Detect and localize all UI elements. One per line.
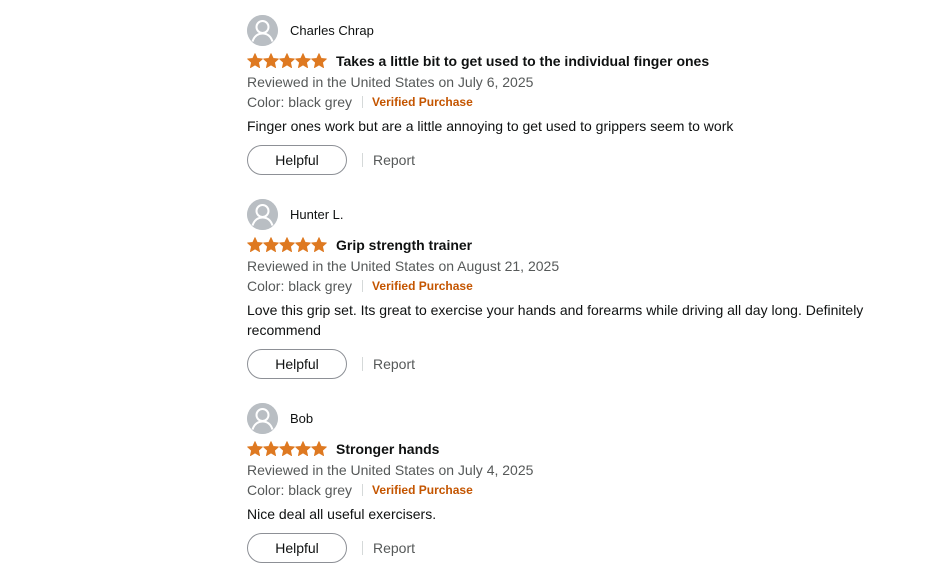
star-icon (311, 441, 327, 456)
review-date: Reviewed in the United States on August … (247, 258, 560, 274)
review-title[interactable]: Grip strength trainer (336, 237, 472, 253)
review-item: Charles Chrap Takes a little bit to get … (247, 14, 927, 175)
star-icon (247, 237, 263, 252)
review-date: Reviewed in the United States on July 6,… (247, 74, 534, 90)
review-body: Finger ones work but are a little annoyi… (247, 118, 734, 134)
report-link[interactable]: Report (373, 356, 415, 372)
reviewer-profile[interactable]: Hunter L. (247, 198, 927, 230)
star-icon (295, 237, 311, 252)
avatar-icon (247, 198, 278, 230)
verified-purchase-badge: Verified Purchase (372, 95, 473, 109)
review-title[interactable]: Stronger hands (336, 441, 439, 457)
review-format-row: Color: black grey Verified Purchase (247, 480, 927, 500)
reviewer-name[interactable]: Bob (290, 411, 313, 426)
divider (362, 153, 363, 167)
avatar-icon (247, 14, 278, 46)
star-rating[interactable] (247, 441, 327, 457)
review-color-variant[interactable]: Color: black grey (247, 92, 352, 112)
star-icon (279, 237, 295, 252)
review-body: Nice deal all useful exercisers. (247, 506, 437, 522)
review-format-row: Color: black grey Verified Purchase (247, 92, 927, 112)
review-body: Love this grip set. Its great to exercis… (247, 302, 864, 338)
divider (362, 96, 364, 108)
divider (362, 357, 363, 371)
star-icon (311, 53, 327, 68)
star-icon (263, 53, 279, 68)
star-icon (247, 441, 263, 456)
star-icon (279, 53, 295, 68)
review-title[interactable]: Takes a little bit to get used to the in… (336, 53, 709, 69)
review-item: Hunter L. Grip strength trainer Reviewed… (247, 198, 927, 379)
star-icon (263, 237, 279, 252)
divider (362, 280, 364, 292)
report-link[interactable]: Report (373, 540, 415, 556)
review-color-variant[interactable]: Color: black grey (247, 480, 352, 500)
divider (362, 541, 363, 555)
star-icon (295, 441, 311, 456)
report-link[interactable]: Report (373, 152, 415, 168)
star-icon (279, 441, 295, 456)
divider (362, 484, 364, 496)
star-rating[interactable] (247, 237, 327, 253)
verified-purchase-badge: Verified Purchase (372, 483, 473, 497)
reviewer-name[interactable]: Hunter L. (290, 207, 343, 222)
star-icon (295, 53, 311, 68)
review-format-row: Color: black grey Verified Purchase (247, 276, 927, 296)
avatar-icon (247, 402, 278, 434)
verified-purchase-badge: Verified Purchase (372, 279, 473, 293)
reviewer-name[interactable]: Charles Chrap (290, 23, 374, 38)
helpful-button[interactable]: Helpful (247, 145, 347, 175)
review-color-variant[interactable]: Color: black grey (247, 276, 352, 296)
reviewer-profile[interactable]: Charles Chrap (247, 14, 927, 46)
star-icon (311, 237, 327, 252)
star-icon (247, 53, 263, 68)
helpful-button[interactable]: Helpful (247, 349, 347, 379)
reviewer-profile[interactable]: Bob (247, 402, 927, 434)
review-item: Bob Stronger hands Reviewed in the Unite… (247, 402, 927, 563)
review-date: Reviewed in the United States on July 4,… (247, 462, 534, 478)
helpful-button[interactable]: Helpful (247, 533, 347, 563)
star-icon (263, 441, 279, 456)
star-rating[interactable] (247, 53, 327, 69)
